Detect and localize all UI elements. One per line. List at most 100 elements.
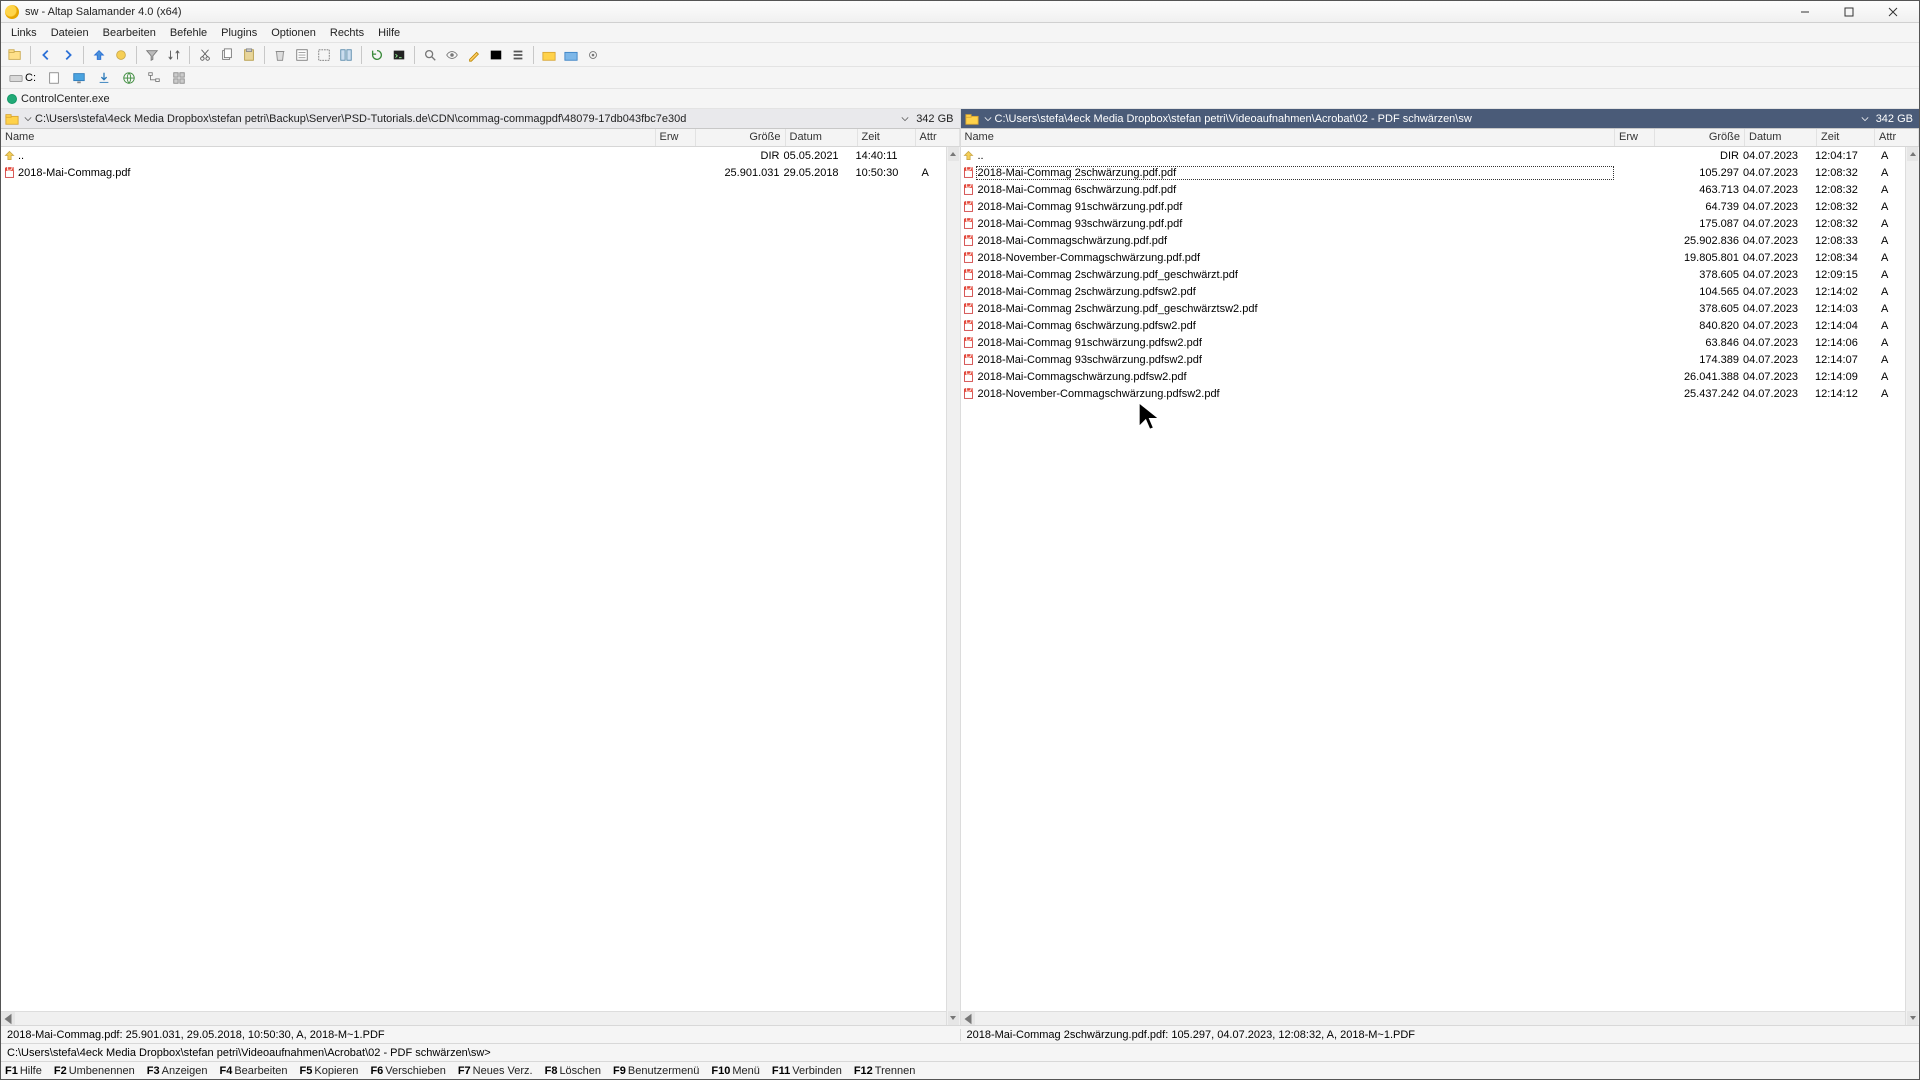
chevron-down-icon[interactable] — [900, 115, 910, 123]
right-pathbar[interactable]: C:\Users\stefa\4eck Media Dropbox\stefan… — [961, 109, 1920, 129]
commandline[interactable]: C:\Users\stefa\4eck Media Dropbox\stefan… — [1, 1043, 1919, 1061]
select-all-icon[interactable] — [314, 45, 334, 65]
fkey-f6[interactable]: F6Verschieben — [370, 1065, 445, 1077]
back-icon[interactable] — [36, 45, 56, 65]
fkey-f3[interactable]: F3Anzeigen — [147, 1065, 208, 1077]
menu-befehle[interactable]: Befehle — [164, 25, 213, 41]
drive-downloads-icon[interactable] — [93, 69, 115, 87]
left-column-header[interactable]: Name Erw Größe Datum Zeit Attr — [1, 129, 960, 147]
menu-dateien[interactable]: Dateien — [45, 25, 95, 41]
col-ext[interactable]: Erw — [656, 129, 696, 146]
left-vscrollbar[interactable] — [946, 147, 960, 1025]
scroll-left-icon[interactable] — [961, 1012, 975, 1025]
cut-icon[interactable] — [195, 45, 215, 65]
menu-plugins[interactable]: Plugins — [215, 25, 263, 41]
refresh-icon[interactable] — [367, 45, 387, 65]
file-row[interactable]: PDF2018-November-Commagschwärzung.pdf.pd… — [961, 249, 1920, 266]
col-date[interactable]: Datum — [786, 129, 858, 146]
fkey-f5[interactable]: F5Kopieren — [300, 1065, 359, 1077]
file-row[interactable]: PDF2018-Mai-Commag.pdf25.901.03129.05.20… — [1, 164, 960, 181]
fkey-f11[interactable]: F11Verbinden — [772, 1065, 842, 1077]
drive-apps-icon[interactable] — [168, 69, 190, 87]
drive-c-button[interactable]: C: — [5, 69, 40, 87]
properties-icon[interactable] — [292, 45, 312, 65]
file-row[interactable]: PDF2018-Mai-Commag 2schwärzung.pdfsw2.pd… — [961, 283, 1920, 300]
chevron-down-icon[interactable] — [1860, 115, 1870, 123]
file-row[interactable]: PDF2018-Mai-Commagschwärzung.pdfsw2.pdf2… — [961, 368, 1920, 385]
col-size[interactable]: Größe — [1655, 129, 1745, 146]
col-attr[interactable]: Attr — [916, 129, 960, 146]
options-icon[interactable] — [583, 45, 603, 65]
drive-net-icon[interactable] — [118, 69, 140, 87]
new-folder-icon[interactable] — [5, 45, 25, 65]
left-filelist[interactable]: ..DIR05.05.202114:40:11PDF2018-Mai-Comma… — [1, 147, 960, 1011]
left-pathbar[interactable]: C:\Users\stefa\4eck Media Dropbox\stefan… — [1, 109, 960, 129]
right-column-header[interactable]: Name Erw Größe Datum Zeit Attr — [961, 129, 1920, 147]
right-vscrollbar[interactable] — [1905, 147, 1919, 1025]
col-time[interactable]: Zeit — [1817, 129, 1875, 146]
file-row[interactable]: PDF2018-Mai-Commag 93schwärzung.pdf.pdf1… — [961, 215, 1920, 232]
cmd-icon[interactable] — [389, 45, 409, 65]
file-row[interactable]: PDF2018-Mai-Commag 2schwärzung.pdf.pdf10… — [961, 164, 1920, 181]
fkey-f4[interactable]: F4Bearbeiten — [219, 1065, 287, 1077]
folder-yellow-icon[interactable] — [539, 45, 559, 65]
file-row[interactable]: PDF2018-Mai-Commag 6schwärzung.pdf.pdf46… — [961, 181, 1920, 198]
scroll-down-icon[interactable] — [948, 1011, 959, 1025]
drive-desktop-icon[interactable] — [68, 69, 90, 87]
plugin-name[interactable]: ControlCenter.exe — [21, 93, 110, 105]
scroll-down-icon[interactable] — [1907, 1011, 1918, 1025]
fkey-f2[interactable]: F2Umbenennen — [54, 1065, 135, 1077]
menu-links[interactable]: Links — [5, 25, 43, 41]
col-ext[interactable]: Erw — [1615, 129, 1655, 146]
menu-rechts[interactable]: Rechts — [324, 25, 370, 41]
forward-icon[interactable] — [58, 45, 78, 65]
col-size[interactable]: Größe — [696, 129, 786, 146]
fkey-f10[interactable]: F10Menü — [711, 1065, 760, 1077]
file-row[interactable]: PDF2018-Mai-Commag 2schwärzung.pdf_gesch… — [961, 300, 1920, 317]
scroll-left-icon[interactable] — [1, 1012, 15, 1025]
hotpath-icon[interactable] — [111, 45, 131, 65]
col-date[interactable]: Datum — [1745, 129, 1817, 146]
right-filelist[interactable]: ..DIR04.07.202312:04:17APDF2018-Mai-Comm… — [961, 147, 1920, 1011]
col-name[interactable]: Name — [1, 129, 656, 146]
menu-hilfe[interactable]: Hilfe — [372, 25, 406, 41]
drive-tree-icon[interactable] — [143, 69, 165, 87]
fkey-f1[interactable]: F1Hilfe — [5, 1065, 42, 1077]
find-icon[interactable] — [420, 45, 440, 65]
scroll-up-icon[interactable] — [948, 147, 959, 161]
file-row[interactable]: PDF2018-November-Commagschwärzung.pdfsw2… — [961, 385, 1920, 402]
folder-blue-icon[interactable] — [561, 45, 581, 65]
terminal-black-icon[interactable] — [486, 45, 506, 65]
list-icon[interactable] — [508, 45, 528, 65]
left-hscrollbar[interactable] — [1, 1011, 960, 1025]
minimize-button[interactable] — [1783, 2, 1827, 22]
fkey-f7[interactable]: F7Neues Verz. — [458, 1065, 533, 1077]
updir-row[interactable]: ..DIR04.07.202312:04:17A — [961, 147, 1920, 164]
chevron-down-icon[interactable] — [983, 115, 993, 123]
file-row[interactable]: PDF2018-Mai-Commagschwärzung.pdf.pdf25.9… — [961, 232, 1920, 249]
file-row[interactable]: PDF2018-Mai-Commag 91schwärzung.pdf.pdf6… — [961, 198, 1920, 215]
fkey-f8[interactable]: F8Löschen — [545, 1065, 601, 1077]
menu-bearbeiten[interactable]: Bearbeiten — [97, 25, 162, 41]
paste-icon[interactable] — [239, 45, 259, 65]
up-icon[interactable] — [89, 45, 109, 65]
edit-icon[interactable] — [464, 45, 484, 65]
file-row[interactable]: PDF2018-Mai-Commag 6schwärzung.pdfsw2.pd… — [961, 317, 1920, 334]
fkey-f9[interactable]: F9Benutzermenü — [613, 1065, 699, 1077]
col-attr[interactable]: Attr — [1875, 129, 1919, 146]
chevron-down-icon[interactable] — [23, 115, 33, 123]
copy-icon[interactable] — [217, 45, 237, 65]
sort-icon[interactable] — [164, 45, 184, 65]
file-row[interactable]: PDF2018-Mai-Commag 2schwärzung.pdf_gesch… — [961, 266, 1920, 283]
drive-doc-icon[interactable] — [43, 69, 65, 87]
close-button[interactable] — [1871, 2, 1915, 22]
updir-row[interactable]: ..DIR05.05.202114:40:11 — [1, 147, 960, 164]
compare-icon[interactable] — [336, 45, 356, 65]
view-icon[interactable] — [442, 45, 462, 65]
file-row[interactable]: PDF2018-Mai-Commag 93schwärzung.pdfsw2.p… — [961, 351, 1920, 368]
delete-icon[interactable] — [270, 45, 290, 65]
right-hscrollbar[interactable] — [961, 1011, 1920, 1025]
scroll-up-icon[interactable] — [1907, 147, 1918, 161]
filter-icon[interactable] — [142, 45, 162, 65]
file-row[interactable]: PDF2018-Mai-Commag 91schwärzung.pdfsw2.p… — [961, 334, 1920, 351]
